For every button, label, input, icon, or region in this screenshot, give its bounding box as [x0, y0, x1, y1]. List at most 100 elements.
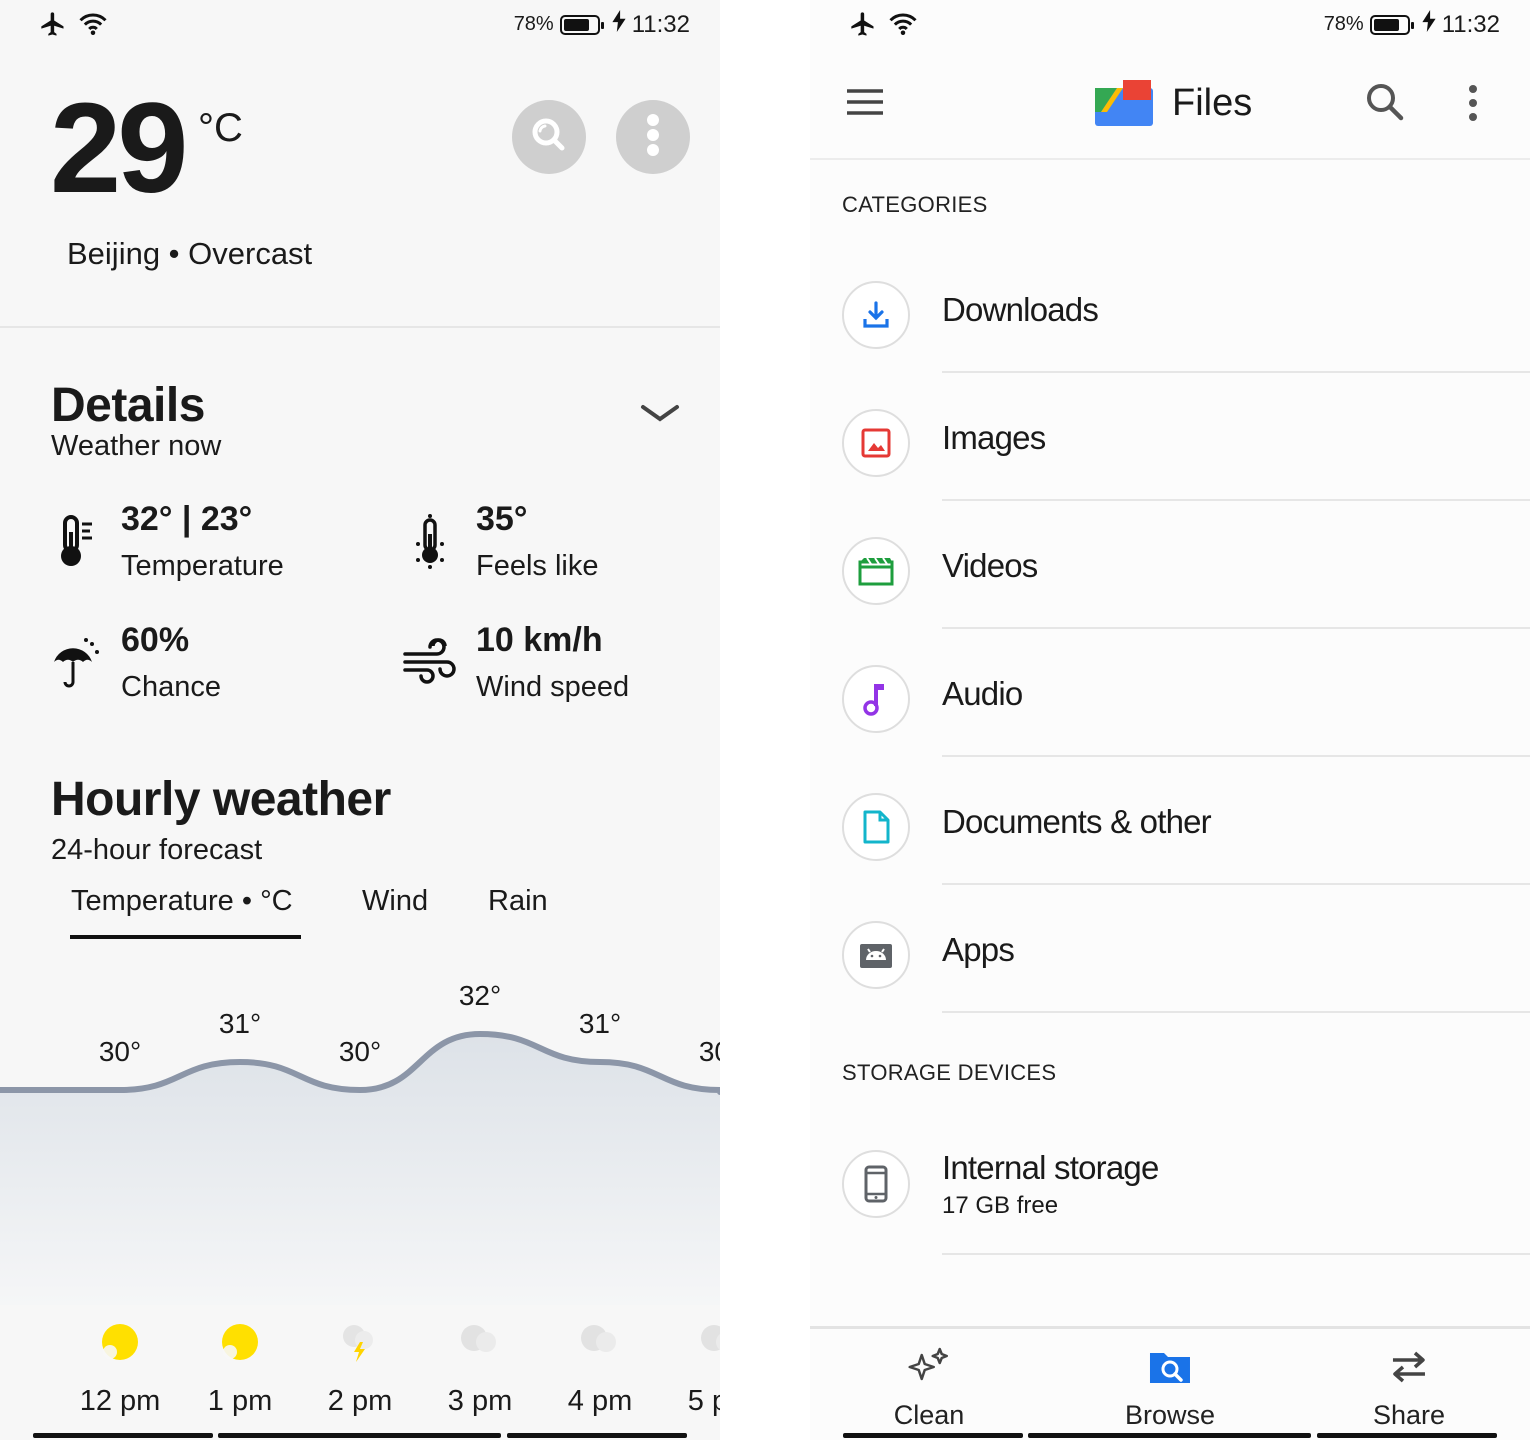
- tab-temperature[interactable]: Temperature • °C: [71, 885, 293, 918]
- current-temperature: 29: [50, 77, 188, 220]
- chart-value-label: 31°: [578, 1008, 622, 1039]
- category-apps[interactable]: Apps: [810, 885, 1530, 1013]
- detail-value: 60%: [121, 621, 190, 659]
- category-label: Images: [942, 419, 1046, 456]
- gesture-bar: [1028, 1433, 1311, 1438]
- detail-value: 35°: [476, 500, 528, 538]
- detail-label: Feels like: [476, 550, 599, 582]
- image-icon: [842, 409, 910, 477]
- status-bar: 78% 11:32: [0, 0, 720, 50]
- category-videos[interactable]: Videos: [810, 501, 1530, 629]
- airplane-icon: [848, 10, 878, 43]
- battery-percent: 78%: [1323, 13, 1364, 35]
- hour-label: 12 pm: [79, 1385, 161, 1417]
- chart-value-label: 30°: [698, 1036, 720, 1067]
- weather-screen: 78% 11:32 29 °C Beijing • Overcast Detai…: [0, 0, 720, 1440]
- more-options-button[interactable]: [616, 100, 690, 174]
- video-icon: [842, 537, 910, 605]
- app-bar: Files: [810, 50, 1530, 160]
- category-label: Videos: [942, 547, 1038, 584]
- app-title: Files: [1172, 82, 1253, 124]
- details-subtitle: Weather now: [51, 430, 222, 462]
- nav-browse[interactable]: Browse: [1125, 1347, 1215, 1431]
- cloudy-icon: [578, 1322, 622, 1363]
- category-audio[interactable]: Audio: [810, 629, 1530, 757]
- category-downloads[interactable]: Downloads: [810, 245, 1530, 373]
- hour-label: 4 pm: [567, 1385, 633, 1417]
- divider: [942, 1253, 1530, 1255]
- gesture-bar: [843, 1433, 1023, 1438]
- category-label: Downloads: [942, 291, 1099, 328]
- document-icon: [842, 793, 910, 861]
- menu-icon[interactable]: [846, 88, 884, 121]
- cloudy-icon: [458, 1322, 502, 1363]
- more-vertical-icon[interactable]: [1468, 84, 1478, 127]
- categories-header: CATEGORIES: [842, 192, 988, 217]
- chart-value-label: 30°: [338, 1036, 382, 1067]
- tab-wind[interactable]: Wind: [362, 885, 428, 918]
- charging-icon: [1422, 10, 1436, 39]
- detail-label: Wind speed: [476, 671, 630, 703]
- chart-value-label: 30°: [98, 1036, 142, 1067]
- nav-clean[interactable]: Clean: [894, 1347, 964, 1431]
- wifi-icon: [78, 11, 108, 42]
- search-icon: [529, 115, 569, 160]
- hour-label: 1 pm: [207, 1385, 273, 1417]
- airplane-icon: [38, 10, 68, 43]
- storage-label: Internal storage: [942, 1149, 1159, 1186]
- more-vertical-icon: [646, 113, 660, 162]
- storage-header: STORAGE DEVICES: [842, 1060, 1057, 1085]
- detail-value: 10 km/h: [476, 621, 603, 659]
- chart-area-fill: [0, 1034, 720, 1305]
- chevron-down-icon[interactable]: [640, 402, 680, 429]
- hour-label: 5 pm: [687, 1385, 720, 1417]
- divider: [0, 326, 720, 328]
- charging-icon: [612, 10, 626, 39]
- wind-icon: [403, 636, 457, 693]
- android-icon: [842, 921, 910, 989]
- internal-storage[interactable]: Internal storage 17 GB free: [810, 1127, 1530, 1255]
- temperature-unit: °C: [198, 106, 243, 150]
- sunny-icon: [100, 1322, 140, 1367]
- files-logo-icon: [1093, 78, 1155, 133]
- gesture-bar: [1317, 1433, 1497, 1438]
- detail-label: Chance: [121, 671, 221, 703]
- battery-percent: 78%: [513, 13, 554, 35]
- category-label: Apps: [942, 931, 1015, 968]
- nav-label: Share: [1372, 1400, 1446, 1430]
- category-images[interactable]: Images: [810, 373, 1530, 501]
- thunderstorm-icon: [338, 1322, 382, 1371]
- detail-value: 32° | 23°: [121, 500, 253, 538]
- search-icon[interactable]: [1365, 82, 1405, 127]
- category-documents[interactable]: Documents & other: [810, 757, 1530, 885]
- search-button[interactable]: [512, 100, 586, 174]
- nav-share[interactable]: Share: [1373, 1347, 1445, 1431]
- storage-free: 17 GB free: [942, 1192, 1059, 1219]
- chart-value-label: 31°: [218, 1008, 262, 1039]
- gesture-bar: [507, 1433, 687, 1438]
- sparkle-icon: [904, 1347, 954, 1391]
- gesture-bar: [218, 1433, 501, 1438]
- music-note-icon: [842, 665, 910, 733]
- detail-label: Temperature: [121, 550, 284, 582]
- tab-rain[interactable]: Rain: [488, 885, 548, 918]
- nav-label: Browse: [1124, 1400, 1216, 1430]
- wifi-icon: [888, 11, 918, 42]
- details-title: Details: [51, 379, 205, 432]
- category-label: Documents & other: [942, 803, 1212, 840]
- sunny-icon: [220, 1322, 260, 1367]
- hour-label: 2 pm: [327, 1385, 393, 1417]
- chart-value-label: 32°: [458, 980, 502, 1011]
- hour-label: 3 pm: [447, 1385, 513, 1417]
- active-tab-indicator: [70, 935, 301, 939]
- swap-arrows-icon: [1387, 1351, 1431, 1391]
- battery-icon: [559, 14, 604, 35]
- location-condition: Beijing • Overcast: [67, 236, 313, 271]
- browse-folder-icon: [1148, 1353, 1192, 1391]
- hourly-subtitle: 24-hour forecast: [51, 834, 263, 866]
- category-label: Audio: [942, 675, 1023, 712]
- bottom-navigation: Clean Browse Share: [810, 1326, 1530, 1440]
- phone-icon: [842, 1150, 910, 1218]
- clock: 11:32: [631, 10, 690, 38]
- cloudy-icon: [698, 1322, 720, 1363]
